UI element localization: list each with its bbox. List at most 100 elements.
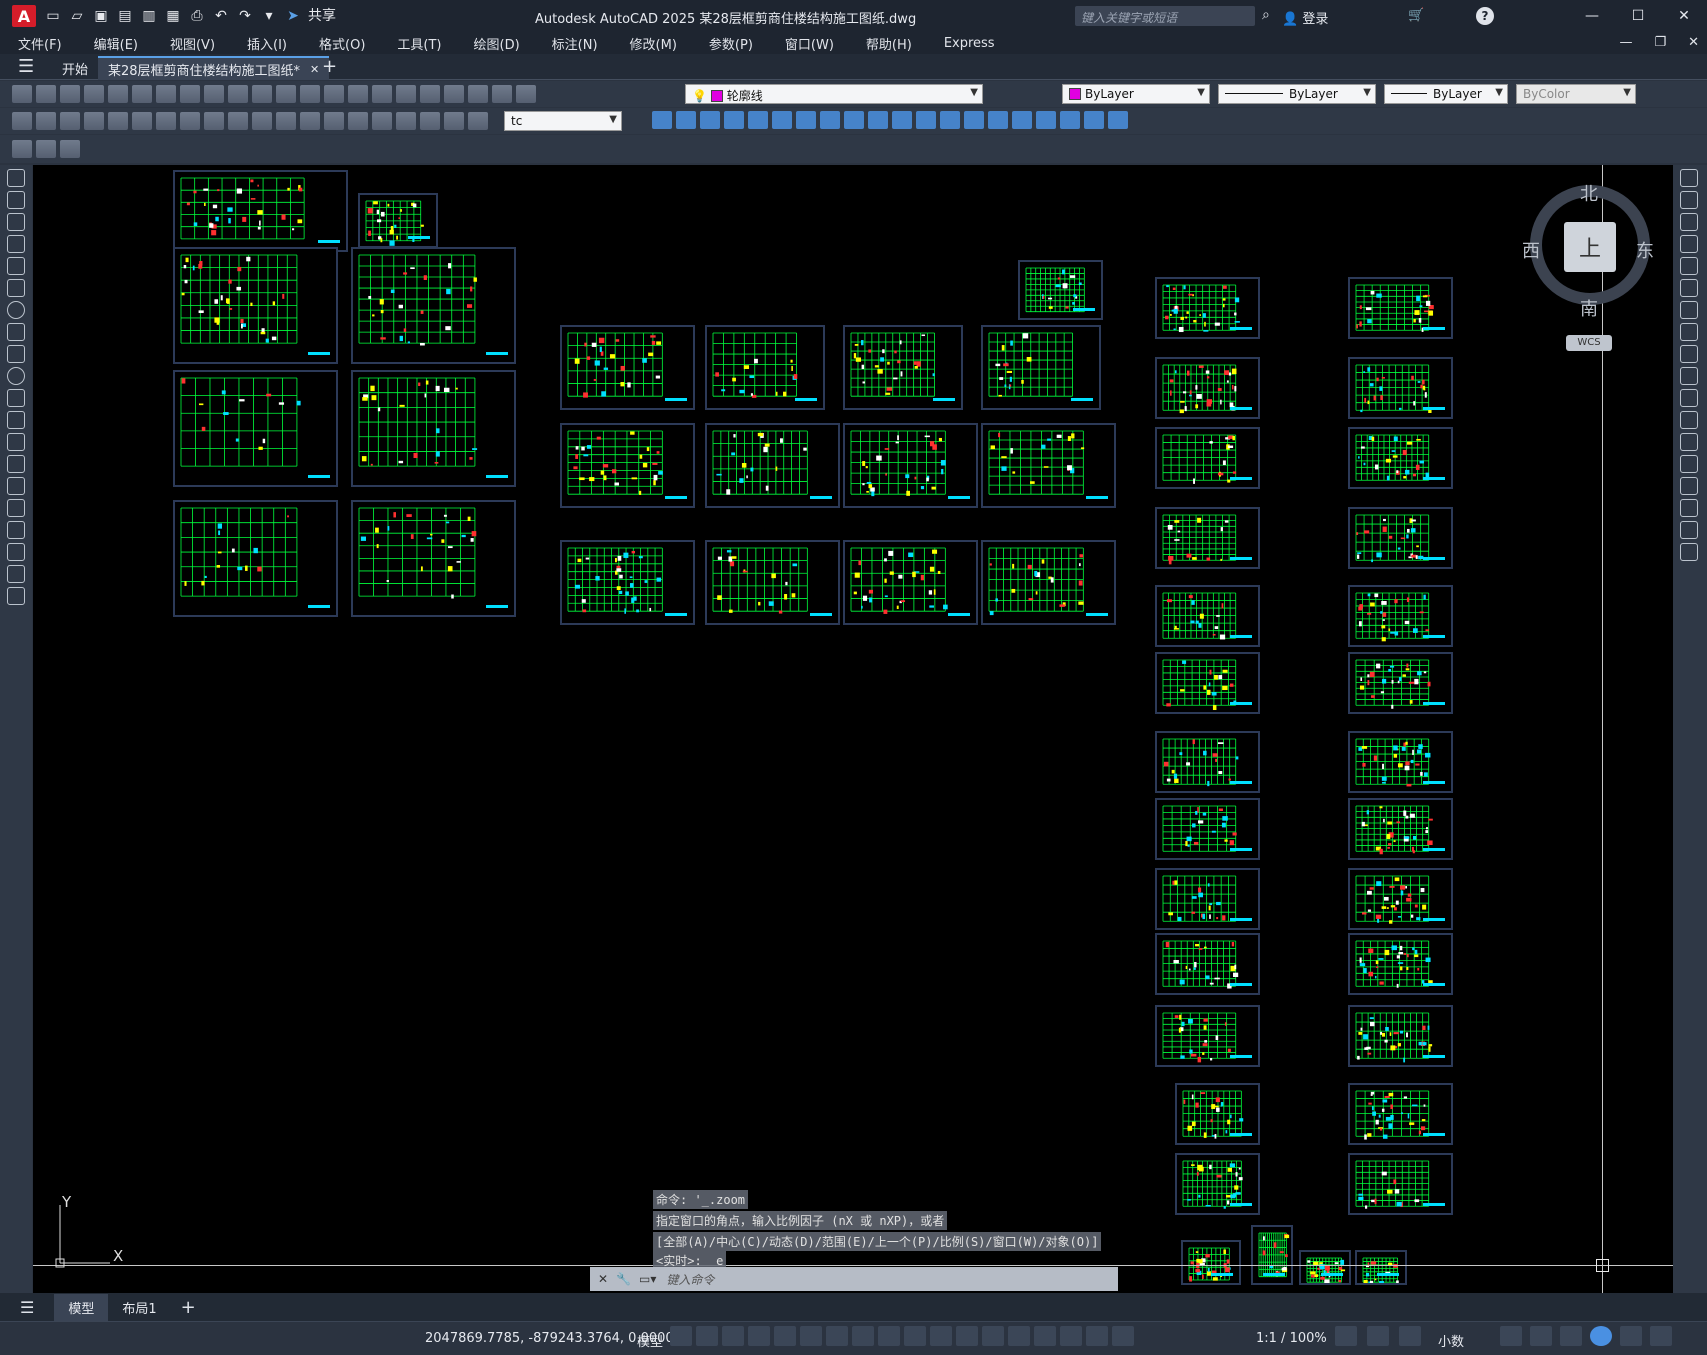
- drawing-sheet-thumbnail[interactable]: [705, 423, 840, 508]
- menu-tools[interactable]: 工具(T): [397, 34, 441, 53]
- drawing-sheet-thumbnail[interactable]: [1175, 1153, 1260, 1215]
- save-icon[interactable]: ▣: [92, 7, 110, 25]
- print-icon[interactable]: ⎙: [188, 7, 206, 25]
- region-icon[interactable]: [7, 521, 25, 539]
- auto-scale-icon[interactable]: [1112, 1326, 1134, 1346]
- show-lineweight-icon[interactable]: [904, 1326, 926, 1346]
- erase-icon[interactable]: [1680, 169, 1698, 187]
- layer-isolate-icon[interactable]: [36, 140, 56, 158]
- drawing-sheet-thumbnail[interactable]: [1155, 357, 1260, 419]
- copy-icon[interactable]: [1680, 191, 1698, 209]
- close-button[interactable]: ✕: [1661, 0, 1707, 32]
- clean-icon[interactable]: [940, 111, 960, 129]
- point-icon[interactable]: [7, 455, 25, 473]
- fillet-icon[interactable]: [1680, 499, 1698, 517]
- drawing-sheet-thumbnail[interactable]: [1348, 731, 1453, 793]
- drawing-sheet-thumbnail[interactable]: [351, 247, 516, 364]
- hardware-accel-icon[interactable]: [1590, 1326, 1612, 1346]
- drawing-sheet-thumbnail[interactable]: [1348, 427, 1453, 489]
- cut-icon[interactable]: [180, 85, 200, 103]
- copy-edges-icon[interactable]: [1036, 111, 1056, 129]
- add-selected-icon[interactable]: [7, 587, 25, 605]
- layer-previous-icon[interactable]: [12, 140, 32, 158]
- plot-icon[interactable]: [84, 85, 104, 103]
- move-faces-icon[interactable]: [748, 111, 768, 129]
- drawing-sheet-thumbnail[interactable]: [1251, 1225, 1293, 1285]
- drawing-sheet-thumbnail[interactable]: [358, 193, 438, 248]
- drawing-sheet-thumbnail[interactable]: [1348, 868, 1453, 930]
- table-icon[interactable]: [7, 543, 25, 561]
- properties-icon[interactable]: [396, 85, 416, 103]
- arc-icon[interactable]: [7, 279, 25, 297]
- command-input[interactable]: 键入命令: [666, 1271, 714, 1288]
- blend-curves-icon[interactable]: [1680, 521, 1698, 539]
- open-file-icon[interactable]: ▱: [68, 7, 86, 25]
- doc-minimize-button[interactable]: —: [1619, 35, 1632, 50]
- menu-edit[interactable]: 编辑(E): [94, 34, 138, 53]
- 3d-print-icon[interactable]: [156, 85, 176, 103]
- layer-walk-icon[interactable]: [60, 140, 80, 158]
- text-style-dropdown[interactable]: tc ▼: [504, 111, 622, 131]
- doc-close-button[interactable]: ✕: [1688, 35, 1699, 50]
- object-snap-tracking-icon[interactable]: [852, 1326, 874, 1346]
- share-icon[interactable]: ➤: [284, 7, 302, 25]
- drawing-sheet-thumbnail[interactable]: [1348, 1153, 1453, 1215]
- rectangle-icon[interactable]: [7, 257, 25, 275]
- break-at-point-icon[interactable]: [1680, 411, 1698, 429]
- drawing-sheet-thumbnail[interactable]: [843, 423, 978, 508]
- search-icon[interactable]: ⌕: [1262, 7, 1270, 23]
- drawing-sheet-thumbnail[interactable]: [1181, 1240, 1241, 1285]
- drawing-sheet-thumbnail[interactable]: [1155, 933, 1260, 995]
- drawing-sheet-thumbnail[interactable]: [560, 423, 695, 508]
- rotate-icon[interactable]: [1680, 301, 1698, 319]
- aligned-dim-icon[interactable]: [36, 112, 56, 130]
- menu-format[interactable]: 格式(O): [319, 34, 365, 53]
- drawing-sheet-thumbnail[interactable]: [1348, 652, 1453, 714]
- gradient-icon[interactable]: [7, 499, 25, 517]
- make-block-icon[interactable]: [7, 433, 25, 451]
- tab-layout1[interactable]: 布局1: [108, 1294, 170, 1321]
- zoom-window-icon[interactable]: [372, 85, 392, 103]
- subtract-icon[interactable]: [676, 111, 696, 129]
- copy-faces-icon[interactable]: [868, 111, 888, 129]
- linear-dim-icon[interactable]: [12, 112, 32, 130]
- object-snap-icon[interactable]: [878, 1326, 900, 1346]
- lineweight-dropdown[interactable]: ByLayer ▼: [1384, 84, 1508, 104]
- menu-file[interactable]: 文件(F): [18, 34, 62, 53]
- layer-dropdown[interactable]: 💡 轮廓线 ▼: [685, 84, 983, 104]
- color-edges-icon[interactable]: [1060, 111, 1080, 129]
- quick-properties-icon[interactable]: [1500, 1326, 1522, 1346]
- drawing-sheet-thumbnail[interactable]: [560, 325, 695, 410]
- dim-update-icon[interactable]: [468, 112, 488, 130]
- drawing-sheet-thumbnail[interactable]: [1155, 1005, 1260, 1067]
- help-icon[interactable]: ?: [1476, 7, 1494, 25]
- customize-qa-icon[interactable]: ▾: [260, 7, 278, 25]
- selection-cycling-icon[interactable]: [956, 1326, 978, 1346]
- tool-palettes-icon[interactable]: [444, 85, 464, 103]
- tab-close-icon[interactable]: ✕: [310, 63, 319, 76]
- units-icon[interactable]: [1399, 1326, 1421, 1346]
- drawing-sheet-thumbnail[interactable]: [1155, 277, 1260, 339]
- isodraft-icon[interactable]: [826, 1326, 848, 1346]
- app-menu-icon[interactable]: ☰: [18, 56, 34, 77]
- mirror-icon[interactable]: [1680, 213, 1698, 231]
- hatch-icon[interactable]: [7, 477, 25, 495]
- drawing-sheet-thumbnail[interactable]: [173, 247, 338, 364]
- annotation-scale[interactable]: 1:1 / 100%: [1256, 1331, 1327, 1346]
- command-close-icon[interactable]: ✕: [598, 1272, 608, 1286]
- undo-icon[interactable]: [276, 85, 296, 103]
- drawing-sheet-thumbnail[interactable]: [560, 540, 695, 625]
- command-customize-icon[interactable]: 🔧: [616, 1272, 631, 1286]
- plot-preview-icon[interactable]: [108, 85, 128, 103]
- customization-icon[interactable]: [1650, 1326, 1672, 1346]
- menu-window[interactable]: 窗口(W): [785, 34, 834, 53]
- menu-help[interactable]: 帮助(H): [866, 34, 912, 53]
- tolerance-icon[interactable]: [324, 112, 344, 130]
- save-web-icon[interactable]: ▦: [164, 7, 182, 25]
- diameter-dim-icon[interactable]: [156, 112, 176, 130]
- line-icon[interactable]: [7, 169, 25, 187]
- drawing-sheet-thumbnail[interactable]: [351, 370, 516, 487]
- chamfer-edges-icon[interactable]: [1108, 111, 1128, 129]
- dim-edit-icon[interactable]: [420, 112, 440, 130]
- login-button[interactable]: 👤 登录: [1282, 8, 1328, 27]
